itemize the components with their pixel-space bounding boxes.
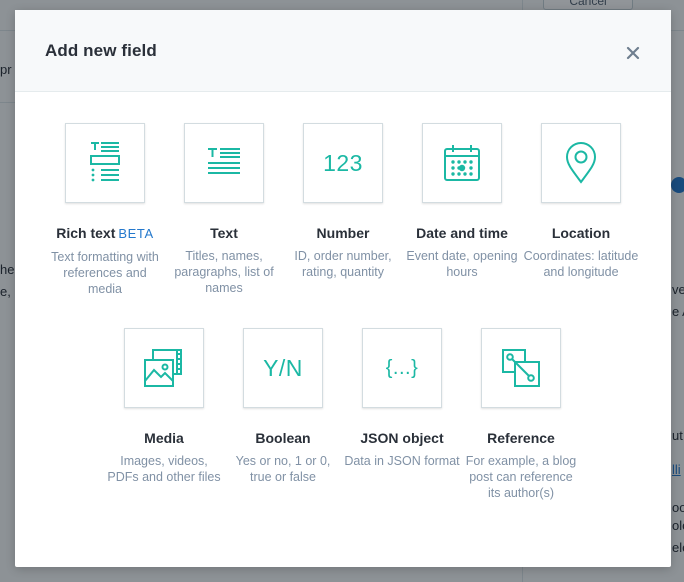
field-type-description: Event date, opening hours [406,249,518,279]
modal-header: Add new field [15,10,671,92]
field-type-name: JSON object [360,430,444,446]
field-type-description: Titles, names, paragraphs, list of names [174,249,274,295]
field-type-number[interactable]: 123 Number ID, order number, rating, qua… [283,123,403,280]
field-type-rich-text[interactable]: Rich text BETA Text formatting with refer… [45,123,165,297]
json-icon: {...} [385,356,419,379]
field-type-name: Reference [487,430,555,446]
close-button[interactable] [625,45,641,61]
tile-icon-box [422,123,502,203]
field-type-reference[interactable]: Reference For example, a blog post can r… [461,328,581,501]
tile-icon-box [481,328,561,408]
field-type-description: Yes or no, 1 or 0, true or false [235,454,331,484]
number-icon: 123 [323,149,363,176]
tile-icon-box: {...} [362,328,442,408]
text-icon [208,148,240,174]
field-type-description: Images, videos, PDFs and other files [107,454,221,484]
field-type-location[interactable]: Location Coordinates: latitude and longi… [521,123,641,280]
field-type-json-object[interactable]: {...} JSON object Data in JSON format [342,328,462,469]
tile-icon-box: 123 [303,123,383,203]
field-type-media[interactable]: Media Images, videos, PDFs and other fil… [104,328,224,485]
field-type-name: Boolean [255,430,311,446]
boolean-icon: Y/N [263,354,303,381]
tile-icon-box [541,123,621,203]
field-type-name: Date and time [416,225,508,241]
tile-icon-box [184,123,264,203]
media-icon [144,349,182,387]
tile-icon-box [65,123,145,203]
field-type-name: Location [551,225,611,241]
field-type-name: Number [316,225,370,241]
beta-badge: BETA [118,226,154,241]
calendar-icon [444,145,480,181]
field-type-description: Text formatting with references and medi… [51,250,159,296]
field-type-name: Rich text BETA [56,225,154,241]
field-type-date-and-time[interactable]: Date and time Event date, opening hours [402,123,522,280]
location-pin-icon [565,142,597,184]
field-type-text[interactable]: Text Titles, names, paragraphs, list of … [164,123,284,296]
field-type-name: Media [144,430,184,446]
field-type-description: Data in JSON format [344,454,460,468]
field-type-boolean[interactable]: Y/N Boolean Yes or no, 1 or 0, true or f… [223,328,343,485]
rich-text-icon [90,142,120,182]
tile-icon-box: Y/N [243,328,323,408]
tile-icon-box [124,328,204,408]
close-icon [626,46,640,60]
field-type-description: For example, a blog post can reference i… [465,454,577,500]
field-type-description: Coordinates: latitude and longitude [523,249,639,279]
reference-icon [502,349,540,387]
field-type-description: ID, order number, rating, quantity [294,249,392,279]
modal-title: Add new field [45,41,157,60]
add-field-modal: Add new field Rich text BETA Text format… [15,10,671,567]
field-type-name: Text [210,225,238,241]
